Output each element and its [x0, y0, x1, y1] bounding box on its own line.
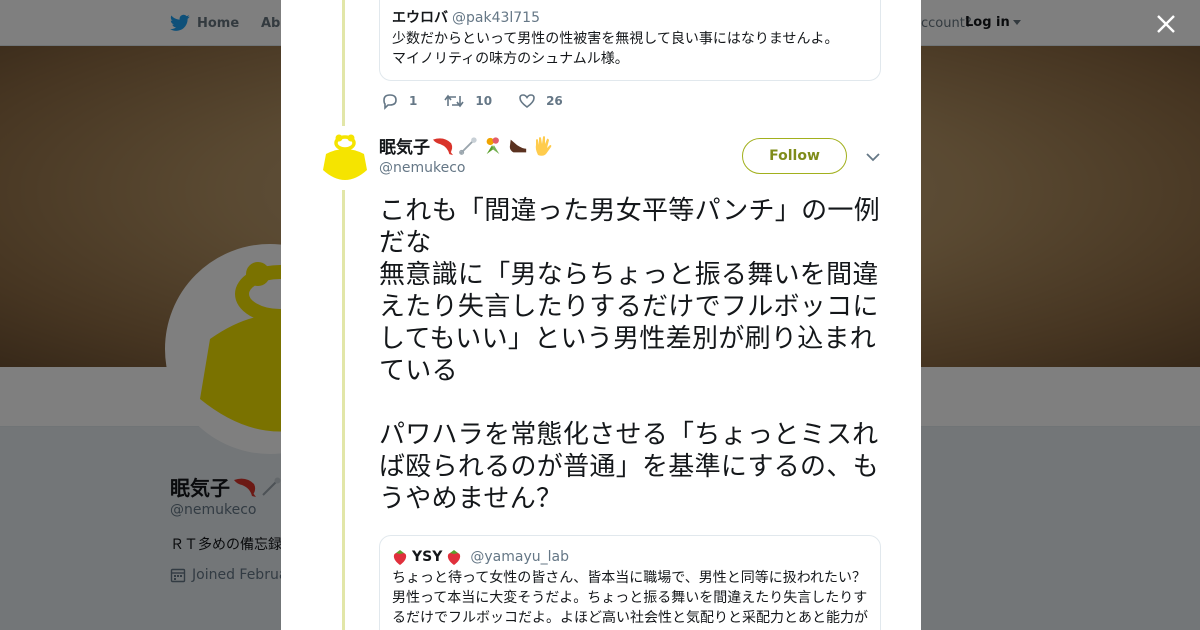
close-modal-button[interactable]	[1153, 11, 1179, 37]
retweet-count: 10	[475, 94, 493, 108]
heart-icon	[519, 94, 535, 108]
coin-purse-icon	[323, 134, 367, 180]
quoted-tweet-text: 少数だからといって男性の性被害を無視して良い事にはなりませんよ。 マイノリティの…	[392, 31, 839, 67]
follow-button[interactable]: Follow	[742, 138, 847, 174]
thread-connector	[342, 0, 345, 126]
quoted-tweet-name: YSY	[412, 549, 443, 565]
tweet-actions: 1 10 26	[381, 92, 589, 110]
quoted-tweet-handle: @yamayu_lab	[470, 549, 569, 565]
reply-count: 1	[409, 94, 418, 108]
tweet-menu-button[interactable]	[864, 148, 882, 166]
tweet-author-avatar[interactable]	[322, 132, 368, 184]
tweet-author-name[interactable]: 眠気子	[379, 133, 555, 158]
quoted-tweet-header: YSY @yamayu_lab	[392, 548, 868, 566]
hand-icon	[531, 135, 555, 157]
strawberry-icon	[392, 548, 408, 566]
bouquet-icon	[481, 136, 505, 156]
retweet-button[interactable]: 10	[443, 92, 492, 110]
strawberry-icon	[446, 548, 462, 566]
tweet-author-handle[interactable]: @nemukeco	[379, 160, 465, 176]
quoted-tweet-header: エウロバ @pak43l715	[392, 9, 868, 27]
thread-connector	[342, 190, 345, 630]
like-count: 26	[546, 94, 563, 108]
quoted-tweet-card[interactable]: エウロバ @pak43l715 少数だからといって男性の性被害を無視して良い事に…	[379, 0, 881, 81]
tweet-text: これも「間違った男女平等パンチ」の一例だな 無意識に「男ならちょっと振る舞いを間…	[379, 196, 881, 514]
retweet-icon	[444, 94, 464, 108]
quoted-tweet-text: ちょっと待って女性の皆さん、皆本当に職場で、男性と同等に扱われたい？ 男性って本…	[392, 570, 868, 626]
safety-pin-icon	[456, 136, 480, 156]
like-button[interactable]: 26	[518, 92, 563, 110]
reply-icon	[383, 94, 397, 110]
shoe-icon	[506, 136, 530, 156]
close-icon	[1157, 15, 1175, 33]
reply-button[interactable]: 1	[381, 92, 417, 110]
shrimp-icon	[431, 136, 455, 156]
quoted-tweet-name: エウロバ	[392, 10, 448, 26]
chevron-down-icon	[866, 153, 880, 162]
quoted-tweet-card[interactable]: YSY @yamayu_lab ちょっと待って女性の皆さん、皆本当に職場で、男性…	[379, 535, 881, 630]
quoted-tweet-handle: @pak43l715	[452, 10, 540, 26]
